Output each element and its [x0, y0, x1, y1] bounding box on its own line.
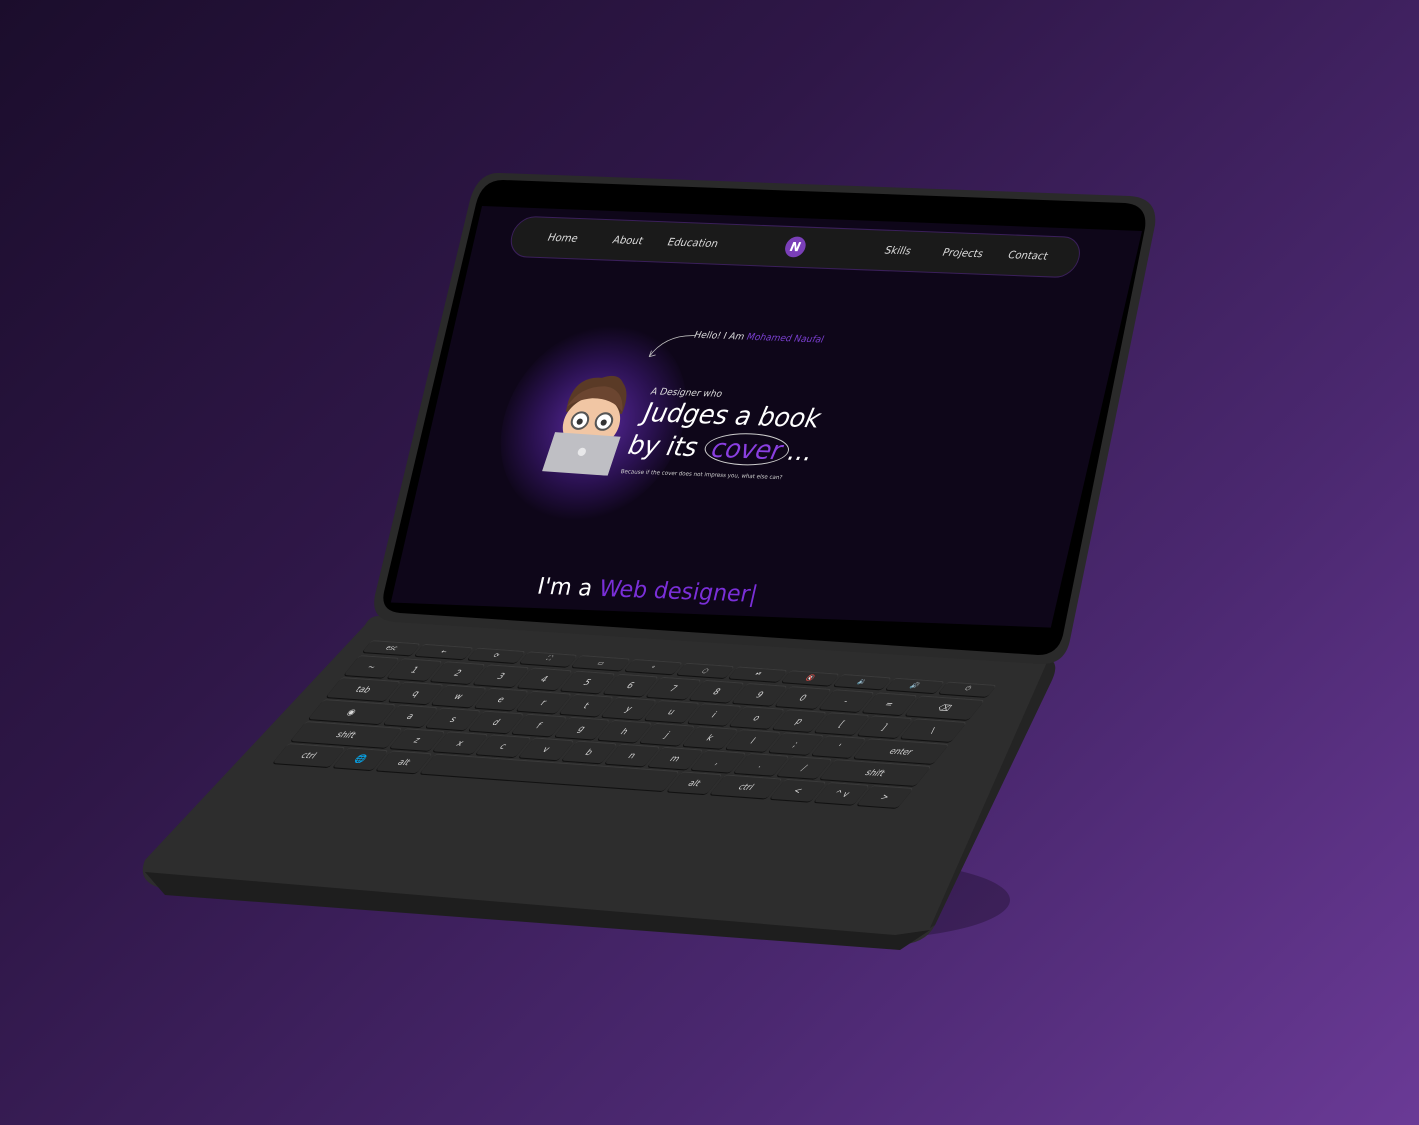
key[interactable]: ⛶ — [519, 651, 579, 667]
key[interactable]: 🔉 — [833, 673, 893, 690]
nav-contact[interactable]: Contact — [994, 249, 1062, 263]
nav-about[interactable]: About — [594, 234, 662, 248]
role-typing: I'm a Web designer| — [534, 573, 761, 609]
key[interactable]: ← — [414, 643, 474, 660]
nav-bar: Home About Education N Skills Projects C… — [506, 215, 1085, 279]
laptop-mockup: Home About Education N Skills Projects C… — [0, 0, 1419, 1125]
curved-arrow-icon — [648, 335, 696, 358]
key[interactable]: ⏻ — [937, 681, 997, 697]
key[interactable]: ⏯ — [728, 666, 788, 682]
key[interactable]: ∘ — [623, 658, 683, 675]
nav-home[interactable]: Home — [529, 231, 597, 245]
website-screen: Home About Education N Skills Projects C… — [390, 206, 1142, 628]
nav-skills[interactable]: Skills — [864, 244, 932, 258]
nav-education[interactable]: Education — [659, 236, 727, 250]
key[interactable]: 🔊 — [885, 677, 945, 694]
key[interactable]: ▭ — [571, 655, 631, 671]
nav-projects[interactable]: Projects — [929, 246, 997, 260]
key[interactable]: esc — [362, 640, 422, 656]
cover-highlight: cover — [701, 431, 793, 467]
key[interactable]: enter — [853, 738, 950, 764]
key[interactable]: ⟳ — [466, 647, 526, 664]
key[interactable]: ◉ — [308, 699, 396, 725]
logo-icon[interactable]: N — [783, 236, 808, 258]
key[interactable]: ○ — [676, 662, 736, 679]
key[interactable]: 🔇 — [780, 670, 840, 686]
greeting: Hello! I Am Mohamed Naufal — [693, 330, 825, 346]
